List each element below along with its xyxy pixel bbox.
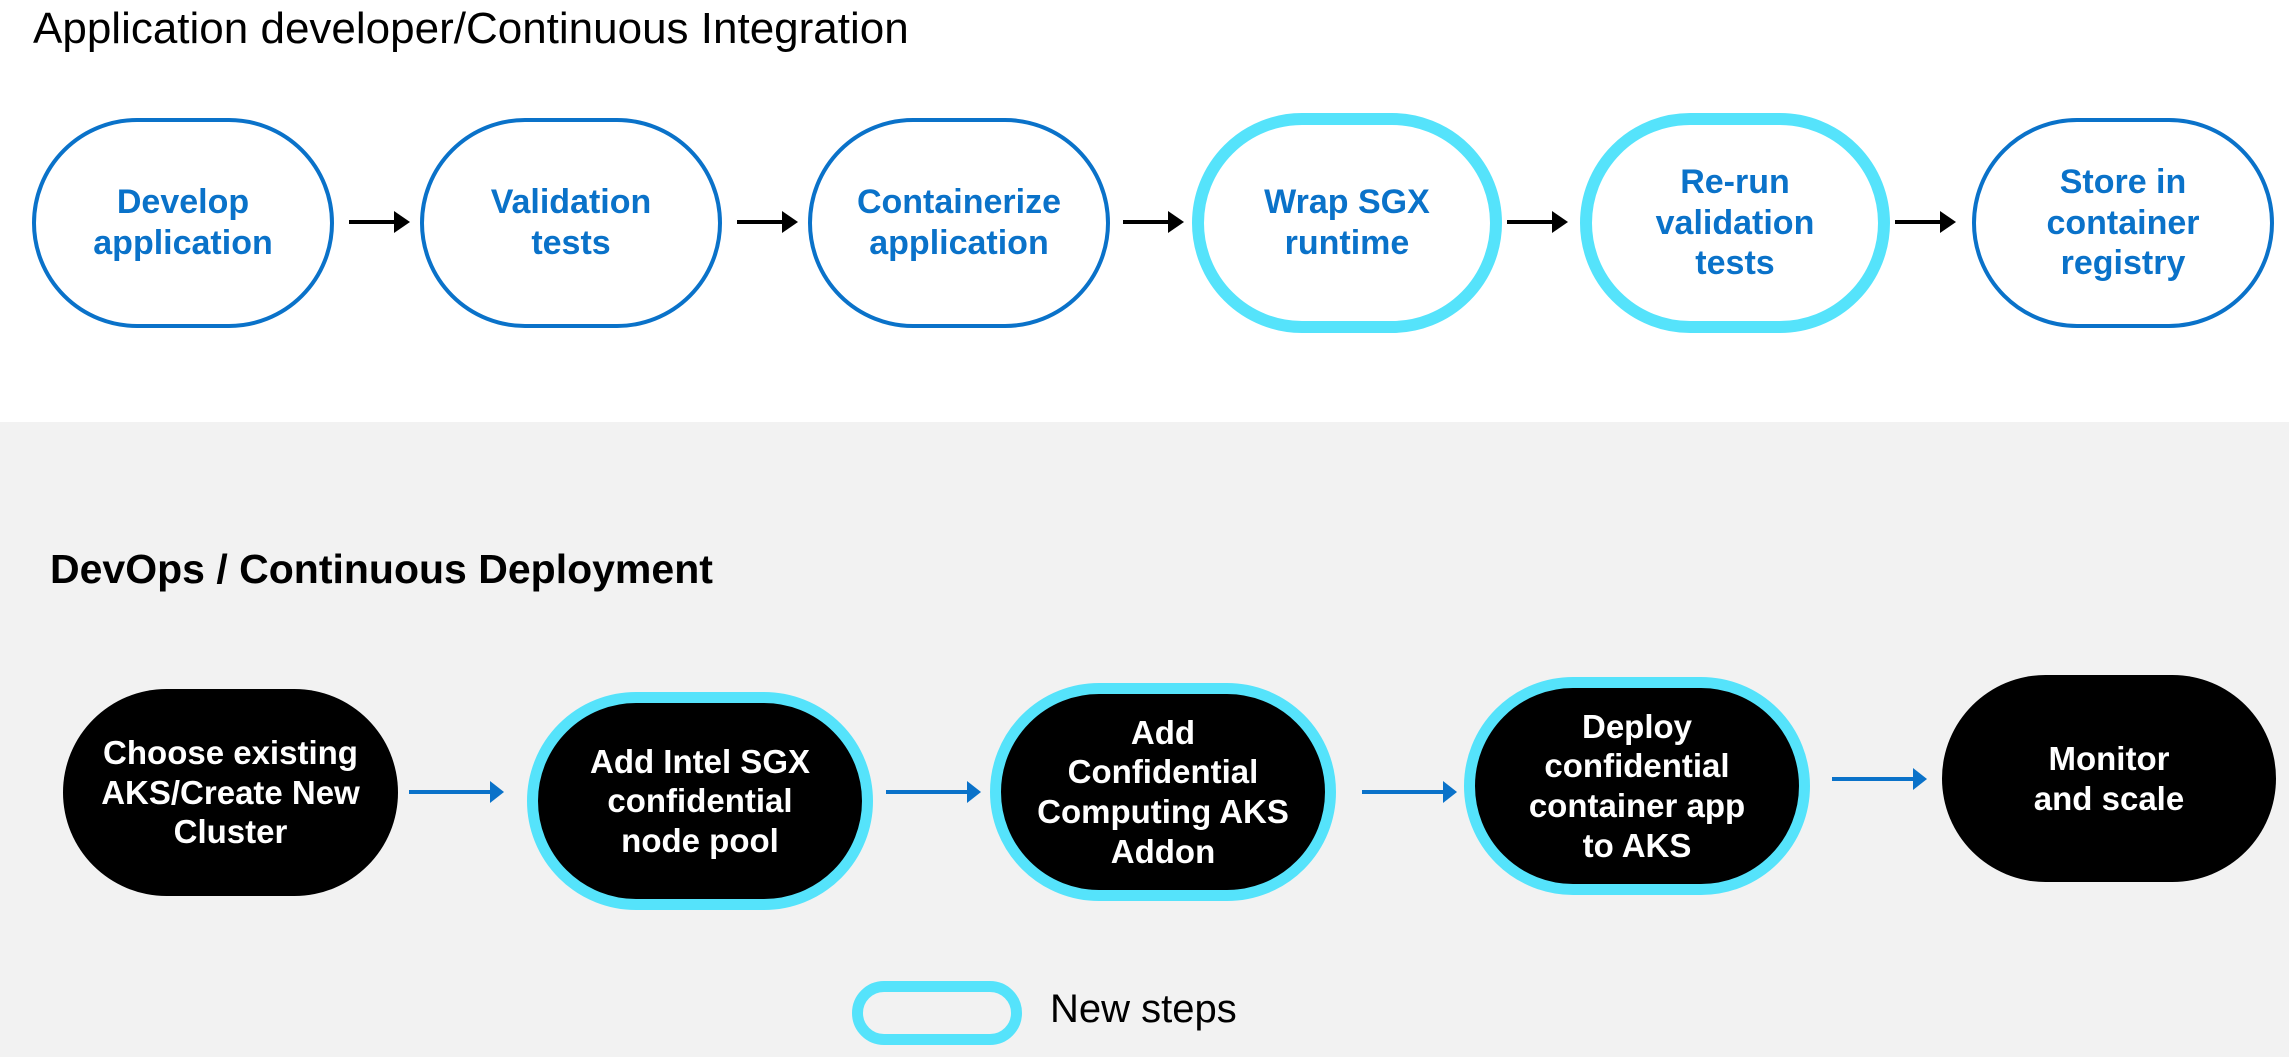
- ci-step-validation-tests: Validation tests: [420, 118, 722, 328]
- ci-step-label: Validation tests: [490, 183, 652, 262]
- ci-step-store-in-container-registry: Store in container registry: [1972, 118, 2274, 328]
- ci-step-rerun-validation-tests: Re-run validation tests: [1580, 113, 1890, 333]
- ci-step-wrap-sgx-runtime: Wrap SGX runtime: [1192, 113, 1502, 333]
- cd-step-deploy-confidential-container-app: Deploy confidential container app to AKS: [1464, 677, 1810, 895]
- cd-section-title: DevOps / Continuous Deployment: [50, 546, 713, 592]
- ci-step-containerize-application: Containerize application: [808, 118, 1110, 328]
- new-step-pill-icon: [852, 981, 1022, 1045]
- cd-step-label: Monitor and scale: [2033, 739, 2185, 817]
- cd-step-label: Add Confidential Computing AKS Addon: [1037, 713, 1289, 870]
- cd-step-add-confidential-computing-addon: Add Confidential Computing AKS Addon: [990, 683, 1336, 901]
- ci-step-label: Wrap SGX runtime: [1264, 183, 1430, 262]
- cd-step-label: Add Intel SGX confidential node pool: [589, 742, 810, 859]
- ci-step-label: Containerize application: [856, 183, 1062, 262]
- cd-step-label: Choose existing AKS/Create New Cluster: [101, 734, 360, 851]
- ci-step-develop-application: Develop application: [32, 118, 334, 328]
- ci-step-label: Re-run validation tests: [1655, 162, 1815, 283]
- cd-step-label: Deploy confidential container app to AKS: [1528, 707, 1746, 864]
- cd-step-add-sgx-node-pool: Add Intel SGX confidential node pool: [527, 692, 873, 910]
- ci-section-title: Application developer/Continuous Integra…: [33, 4, 909, 53]
- ci-step-label: Develop application: [93, 183, 273, 262]
- cd-step-monitor-and-scale: Monitor and scale: [1942, 675, 2276, 882]
- ci-section: Application developer/Continuous Integra…: [0, 0, 2289, 422]
- cd-step-choose-aks-cluster: Choose existing AKS/Create New Cluster: [63, 689, 398, 896]
- ci-step-label: Store in container registry: [2046, 162, 2200, 283]
- legend-label: New steps: [1050, 987, 1237, 1031]
